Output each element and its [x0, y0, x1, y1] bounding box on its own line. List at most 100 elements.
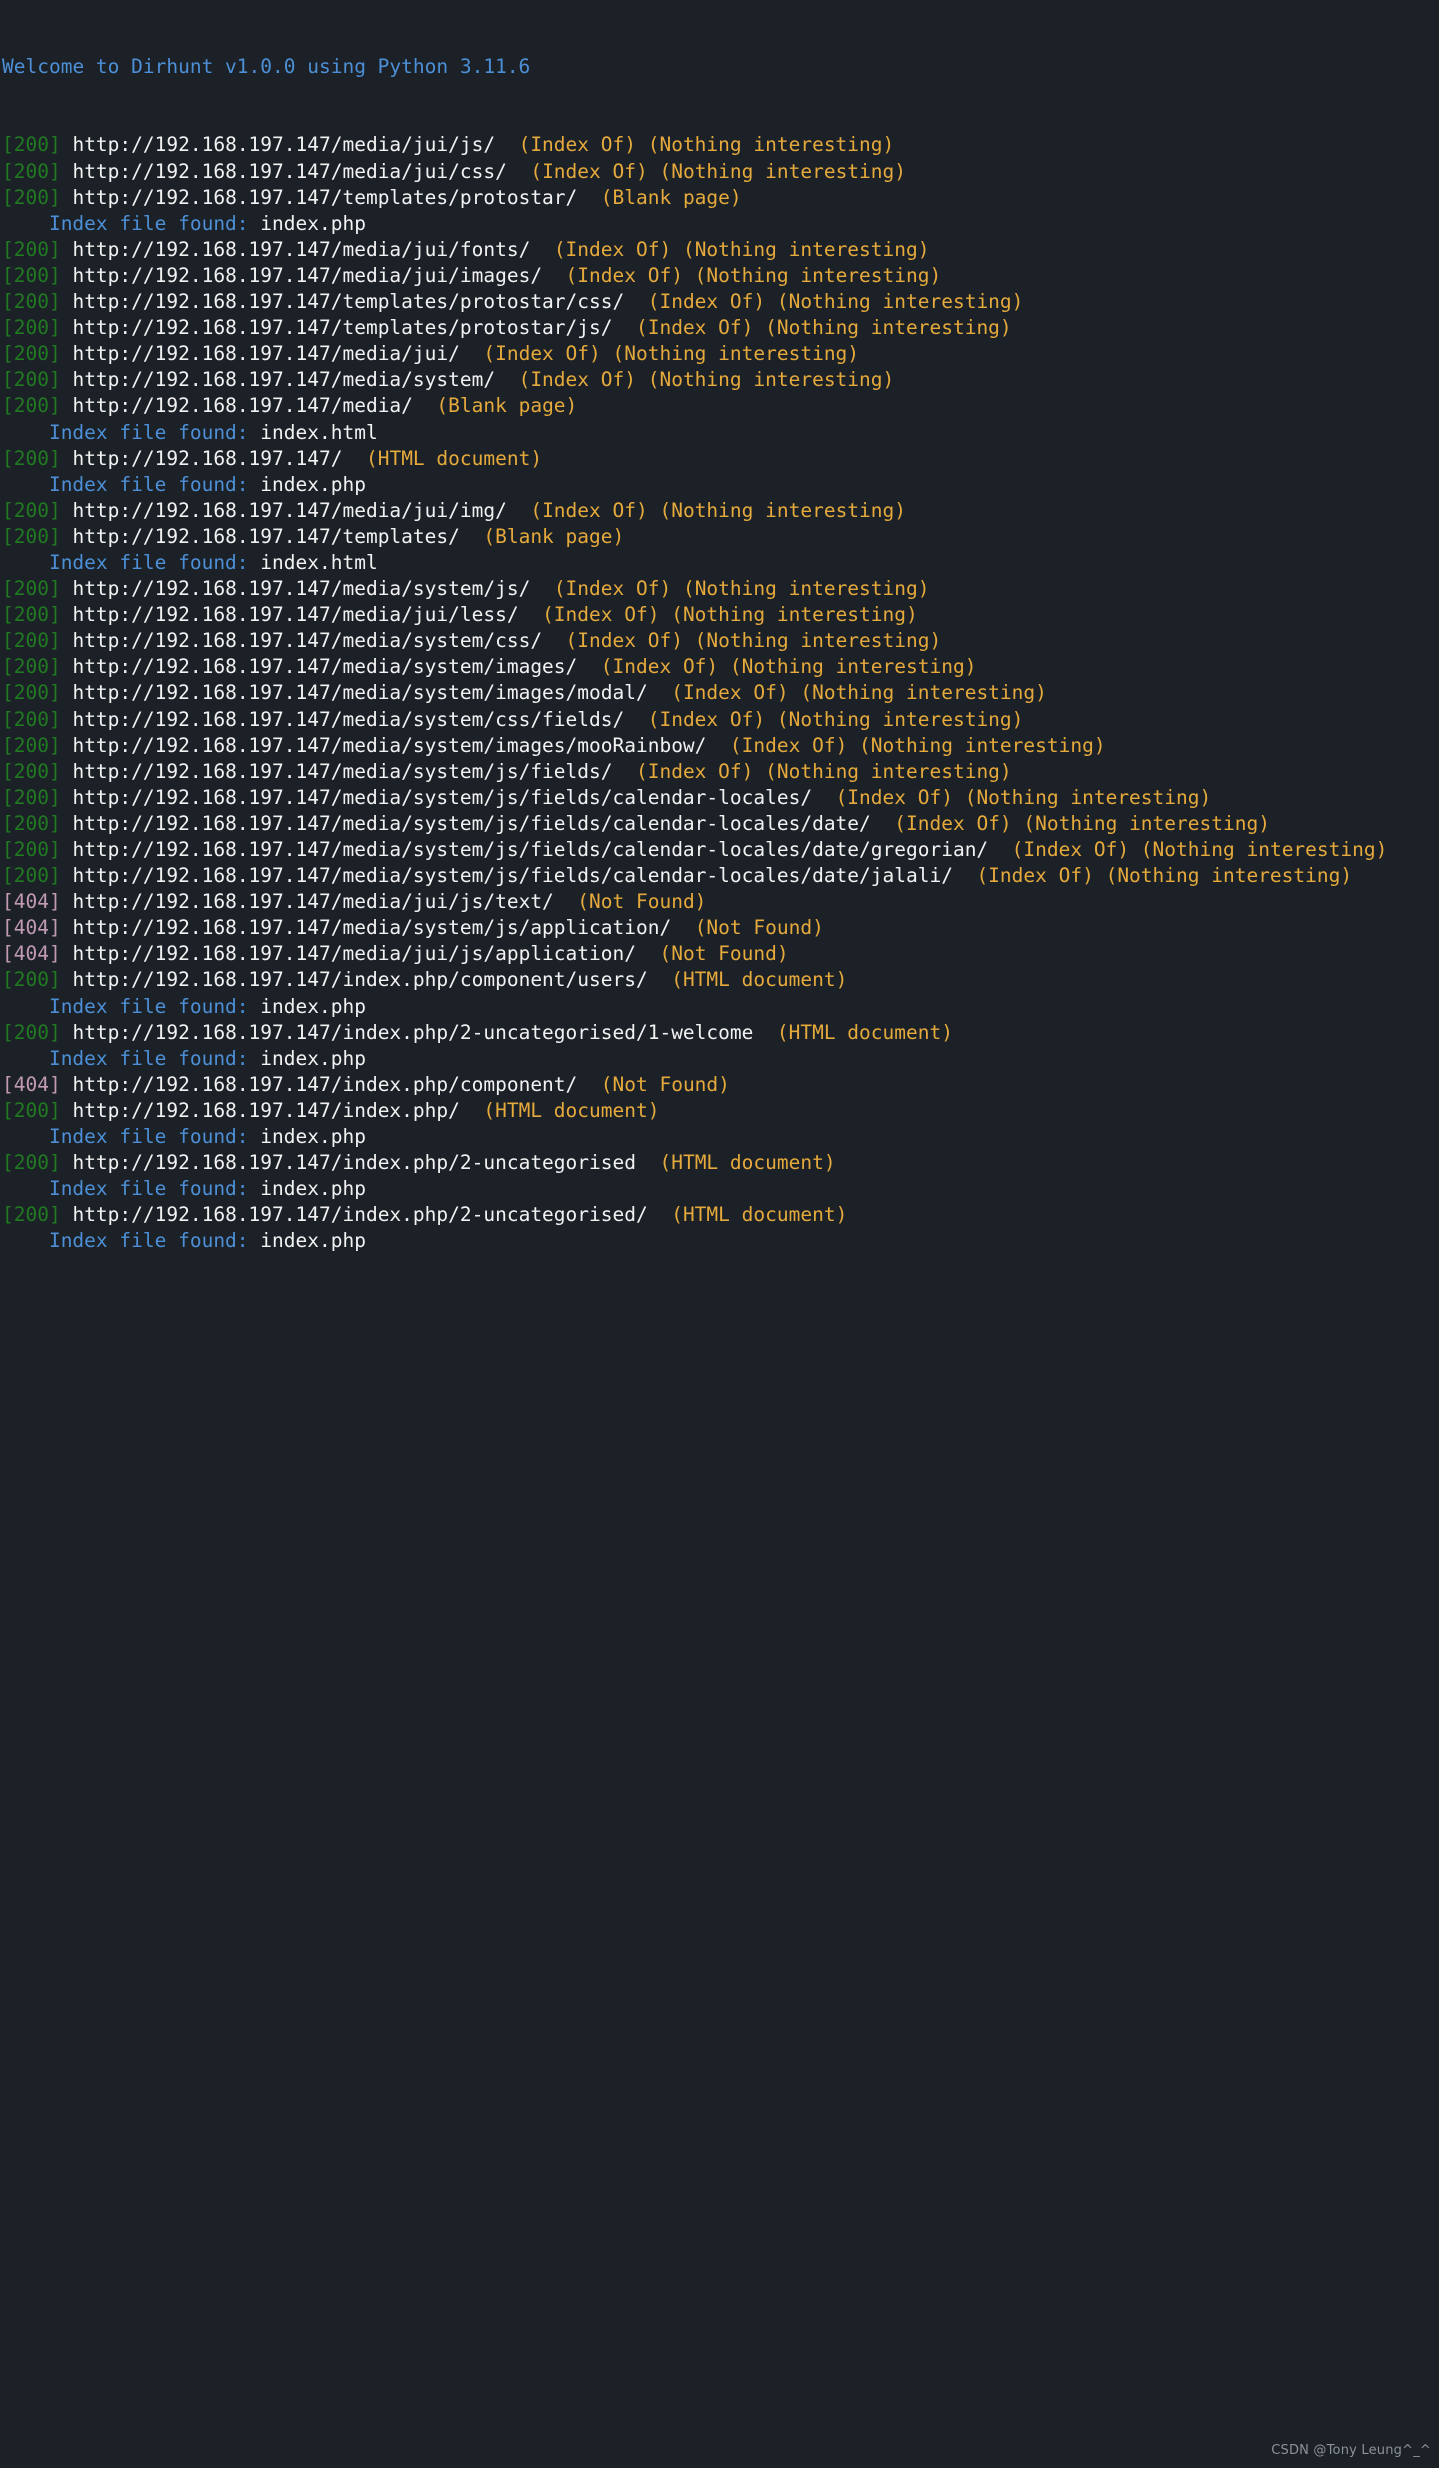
result-line: [200] http://192.168.197.147/media/syste… — [0, 759, 1439, 785]
result-tags: (Index Of) (Nothing interesting) — [518, 133, 895, 157]
result-line: [200] http://192.168.197.147/media/syste… — [0, 811, 1439, 837]
result-tags: (Index Of) (Nothing interesting) — [835, 785, 1212, 809]
index-file-name: index.html — [260, 420, 378, 444]
result-url[interactable]: http://192.168.197.147/media/system/ — [72, 368, 495, 391]
result-url[interactable]: http://192.168.197.147/media/jui/js/ — [72, 133, 495, 156]
result-url[interactable]: http://192.168.197.147/templates/protost… — [72, 290, 624, 313]
index-file-line: Index file found: index.php — [0, 472, 1439, 498]
status-code: [200] — [2, 577, 61, 601]
result-url[interactable]: http://192.168.197.147/media/jui/images/ — [72, 264, 542, 287]
result-url[interactable]: http://192.168.197.147/media/system/js/a… — [72, 916, 671, 939]
status-code: [200] — [2, 1151, 61, 1175]
result-url[interactable]: http://192.168.197.147/media/jui/ — [72, 342, 459, 365]
result-tags: (Index Of) (Nothing interesting) — [553, 237, 930, 261]
result-url[interactable]: http://192.168.197.147/media/system/js/ — [72, 577, 530, 600]
index-file-label: Index file found: — [48, 1229, 249, 1253]
status-code: [404] — [2, 942, 61, 966]
result-tags: (Blank page) — [436, 394, 578, 418]
result-line: [200] http://192.168.197.147/media/syste… — [0, 680, 1439, 706]
result-url[interactable]: http://192.168.197.147/media/system/imag… — [72, 734, 706, 757]
status-code: [200] — [2, 629, 61, 653]
result-line: [200] http://192.168.197.147/templates/p… — [0, 185, 1439, 211]
result-line: [200] http://192.168.197.147/ (HTML docu… — [0, 446, 1439, 472]
result-url[interactable]: http://192.168.197.147/media/jui/js/text… — [72, 890, 553, 913]
result-url[interactable]: http://192.168.197.147/index.php/2-uncat… — [72, 1021, 753, 1044]
result-url[interactable]: http://192.168.197.147/templates/protost… — [72, 186, 577, 209]
index-file-label: Index file found: — [48, 472, 249, 496]
result-line: [200] http://192.168.197.147/media/ (Bla… — [0, 393, 1439, 419]
result-url[interactable]: http://192.168.197.147/media/system/js/f… — [72, 838, 988, 861]
status-code: [200] — [2, 185, 61, 209]
status-code: [200] — [2, 368, 61, 392]
status-code: [200] — [2, 1098, 61, 1122]
result-line: [200] http://192.168.197.147/templates/ … — [0, 524, 1439, 550]
result-tags: (Index Of) (Nothing interesting) — [565, 263, 942, 287]
status-code: [200] — [2, 603, 61, 627]
result-tags: (Index Of) (Nothing interesting) — [635, 759, 1012, 783]
result-url[interactable]: http://192.168.197.147/templates/protost… — [72, 316, 612, 339]
result-url[interactable]: http://192.168.197.147/media/jui/fonts/ — [72, 238, 530, 261]
result-url[interactable]: http://192.168.197.147/media/jui/img/ — [72, 499, 506, 522]
status-code: [200] — [2, 1203, 61, 1227]
result-url[interactable]: http://192.168.197.147/media/jui/css/ — [72, 160, 506, 183]
result-url[interactable]: http://192.168.197.147/index.php/2-uncat… — [72, 1151, 636, 1174]
result-line: [200] http://192.168.197.147/media/jui/i… — [0, 263, 1439, 289]
result-url[interactable]: http://192.168.197.147/ — [72, 447, 342, 470]
result-tags: (Index Of) (Nothing interesting) — [530, 159, 907, 183]
status-code: [200] — [2, 681, 61, 705]
result-line: [200] http://192.168.197.147/media/jui/f… — [0, 237, 1439, 263]
index-file-label: Index file found: — [48, 211, 249, 235]
index-file-name: index.php — [260, 1046, 366, 1070]
result-tags: (Index Of) (Nothing interesting) — [671, 681, 1047, 705]
result-url[interactable]: http://192.168.197.147/media/jui/js/appl… — [72, 942, 636, 965]
result-url[interactable]: http://192.168.197.147/media/system/js/f… — [72, 760, 612, 783]
result-url[interactable]: http://192.168.197.147/media/ — [72, 394, 412, 417]
status-code: [200] — [2, 498, 61, 522]
result-line: [200] http://192.168.197.147/media/jui/ … — [0, 341, 1439, 367]
result-url[interactable]: http://192.168.197.147/media/system/js/f… — [72, 786, 812, 809]
result-url[interactable]: http://192.168.197.147/index.php/ — [72, 1099, 459, 1122]
result-url[interactable]: http://192.168.197.147/media/system/js/f… — [72, 864, 953, 887]
result-url[interactable]: http://192.168.197.147/media/system/js/f… — [72, 812, 870, 835]
result-url[interactable]: http://192.168.197.147/media/jui/less/ — [72, 603, 518, 626]
index-file-line: Index file found: index.php — [0, 211, 1439, 237]
result-tags: (Index Of) (Nothing interesting) — [729, 733, 1106, 757]
result-url[interactable]: http://192.168.197.147/media/system/imag… — [72, 681, 647, 704]
result-line: [200] http://192.168.197.147/index.php/c… — [0, 967, 1439, 993]
status-code: [200] — [2, 316, 61, 340]
result-url[interactable]: http://192.168.197.147/templates/ — [72, 525, 459, 548]
result-url[interactable]: http://192.168.197.147/index.php/compone… — [72, 968, 647, 991]
result-tags: (Not Found) — [694, 916, 824, 940]
result-url[interactable]: http://192.168.197.147/media/system/imag… — [72, 655, 577, 678]
result-url[interactable]: http://192.168.197.147/index.php/2-uncat… — [72, 1203, 647, 1226]
result-url[interactable]: http://192.168.197.147/media/system/css/… — [72, 708, 624, 731]
result-url[interactable]: http://192.168.197.147/index.php/compone… — [72, 1073, 577, 1096]
terminal-output[interactable]: Welcome to Dirhunt v1.0.0 using Python 3… — [0, 0, 1439, 1281]
result-url[interactable]: http://192.168.197.147/media/system/css/ — [72, 629, 542, 652]
